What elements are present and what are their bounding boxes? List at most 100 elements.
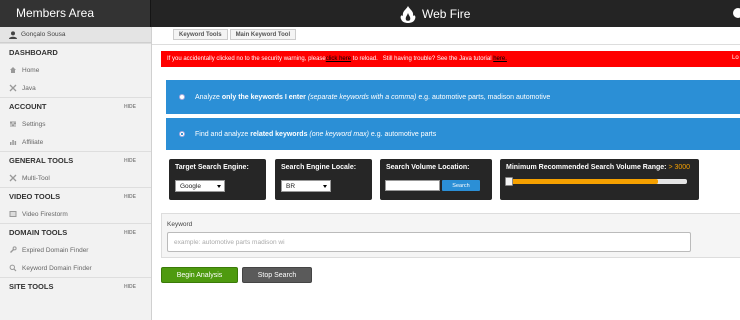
search-engine-value: Google	[180, 182, 201, 190]
section-title: DASHBOARD	[9, 48, 58, 57]
search-locale-select[interactable]: BR	[281, 180, 331, 192]
section-account: ACCOUNT HIDE	[0, 97, 151, 115]
header-divider	[152, 44, 740, 45]
top-bar: Members Area Web Fire	[0, 0, 740, 27]
user-icon	[9, 30, 17, 39]
film-icon	[9, 210, 17, 218]
option-bold: only the keywords I enter	[221, 93, 306, 101]
home-icon	[9, 66, 17, 74]
sidebar-item-label: Multi-Tool	[22, 174, 50, 182]
option-post: e.g. automotive parts	[368, 130, 437, 138]
option-paren: (one keyword max)	[307, 130, 369, 138]
min-volume-panel: Minimum Recommended Search Volume Range:…	[500, 159, 699, 200]
user-profile[interactable]: Gonçalo Sousa	[0, 27, 151, 43]
min-volume-heading: Minimum Recommended Search Volume Range:…	[506, 164, 693, 171]
hide-domain-tools-link[interactable]: HIDE	[124, 230, 136, 236]
begin-analysis-button[interactable]: Begin Analysis	[161, 267, 238, 283]
sidebar-item-label: Affiliate	[22, 138, 44, 146]
section-title: VIDEO TOOLS	[9, 192, 61, 201]
sidebar-item-java[interactable]: Java	[0, 79, 151, 97]
logo-text: Web Fire	[422, 7, 471, 21]
hide-general-tools-link[interactable]: HIDE	[124, 158, 136, 164]
keyword-placeholder: example: automotive parts madison wi	[174, 238, 285, 246]
web-fire-logo[interactable]: Web Fire	[398, 4, 470, 24]
option-pre: Analyze	[195, 93, 222, 101]
find-related-keywords-option[interactable]: Find and analyze related keywords (one k…	[166, 118, 740, 150]
breadcrumb-main-keyword-tool[interactable]: Main Keyword Tool	[229, 29, 297, 40]
hide-video-tools-link[interactable]: HIDE	[124, 194, 136, 200]
alert-text-before: If you accidentally clicked no to the se…	[167, 56, 326, 62]
volume-location-panel: Search Volume Location: Search	[380, 159, 492, 200]
analyze-entered-keywords-option[interactable]: Analyze only the keywords I enter (separ…	[166, 80, 740, 114]
sidebar-item-home[interactable]: Home	[0, 61, 151, 79]
section-dashboard: DASHBOARD	[0, 43, 151, 61]
option-bold: related keywords	[250, 130, 308, 138]
sidebar-item-label: Expired Domain Finder	[22, 246, 89, 254]
sidebar: Gonçalo Sousa DASHBOARD Home Java ACCOUN…	[0, 27, 152, 320]
sidebar-item-label: Settings	[22, 120, 46, 128]
tools-icon	[9, 84, 17, 92]
search-engine-panel: Target Search Engine: Google	[169, 159, 266, 200]
user-menu-icon[interactable]	[733, 8, 740, 18]
reload-link[interactable]: click here	[326, 56, 351, 62]
option-text: Find and analyze related keywords (one k…	[195, 131, 436, 138]
min-volume-label: Minimum Recommended Search Volume Range:	[506, 164, 667, 171]
sidebar-item-multi-tool[interactable]: Multi-Tool	[0, 169, 151, 187]
user-name: Gonçalo Sousa	[21, 31, 66, 38]
section-title: DOMAIN TOOLS	[9, 228, 68, 237]
keyword-input[interactable]: example: automotive parts madison wi	[167, 232, 691, 252]
stop-search-button[interactable]: Stop Search	[242, 267, 312, 283]
section-general-tools: GENERAL TOOLS HIDE	[0, 151, 151, 169]
section-title: GENERAL TOOLS	[9, 156, 74, 165]
radio-analyze-entered[interactable]	[179, 94, 185, 100]
min-volume-slider[interactable]	[505, 177, 687, 186]
breadcrumb: Keyword Tools Main Keyword Tool	[173, 29, 298, 40]
chevron-down-icon	[217, 185, 221, 188]
members-area-title: Members Area	[16, 6, 95, 20]
sidebar-item-keyword-domain-finder[interactable]: Keyword Domain Finder	[0, 259, 151, 277]
sidebar-item-affiliate[interactable]: Affiliate	[0, 133, 151, 151]
slider-handle[interactable]	[505, 177, 513, 186]
sidebar-item-expired-domain-finder[interactable]: Expired Domain Finder	[0, 241, 151, 259]
members-area-header: Members Area	[0, 0, 151, 27]
sliders-icon	[9, 120, 17, 128]
radio-find-related[interactable]	[179, 131, 185, 137]
section-site-tools: SITE TOOLS HIDE	[0, 277, 151, 295]
keyword-label: Keyword	[167, 221, 193, 228]
chart-icon	[9, 138, 17, 146]
section-title: ACCOUNT	[9, 102, 47, 111]
search-engine-select[interactable]: Google	[175, 180, 225, 192]
search-locale-panel: Search Engine Locale: BR	[275, 159, 372, 200]
breadcrumb-keyword-tools[interactable]: Keyword Tools	[173, 29, 228, 40]
sidebar-item-label: Keyword Domain Finder	[22, 264, 92, 272]
tools-icon	[9, 174, 17, 182]
sidebar-item-label: Home	[22, 66, 40, 74]
option-paren: (separate keywords with a comma)	[305, 93, 417, 101]
section-video-tools: VIDEO TOOLS HIDE	[0, 187, 151, 205]
slider-fill	[506, 179, 659, 184]
volume-location-label: Search Volume Location:	[386, 164, 470, 171]
keyword-section: Keyword example: automotive parts madiso…	[161, 213, 740, 258]
java-tutorial-link[interactable]: here.	[493, 56, 507, 62]
sidebar-item-label: Video Firestorm	[22, 210, 68, 218]
section-domain-tools: DOMAIN TOOLS HIDE	[0, 223, 151, 241]
security-warning-alert: If you accidentally clicked no to the se…	[161, 51, 740, 67]
option-pre: Find and analyze	[195, 130, 251, 138]
volume-location-search-button[interactable]: Search	[442, 180, 480, 191]
sidebar-item-label: Java	[22, 84, 36, 92]
alert-text-middle: to reload. Still having trouble? See the…	[351, 56, 494, 62]
sidebar-item-settings[interactable]: Settings	[0, 115, 151, 133]
hide-site-tools-link[interactable]: HIDE	[124, 284, 136, 290]
volume-location-input[interactable]	[385, 180, 440, 191]
alert-tail-text: Lo	[732, 55, 739, 61]
search-engine-label: Target Search Engine:	[175, 164, 249, 171]
sidebar-item-video-firestorm[interactable]: Video Firestorm	[0, 205, 151, 223]
option-text: Analyze only the keywords I enter (separ…	[195, 94, 550, 101]
wrench-icon	[9, 246, 17, 254]
min-volume-value: > 3000	[668, 164, 691, 171]
search-locale-value: BR	[286, 182, 296, 190]
hide-account-link[interactable]: HIDE	[124, 104, 136, 110]
search-icon	[9, 264, 17, 272]
chevron-down-icon	[323, 185, 327, 188]
search-locale-label: Search Engine Locale:	[281, 164, 357, 171]
